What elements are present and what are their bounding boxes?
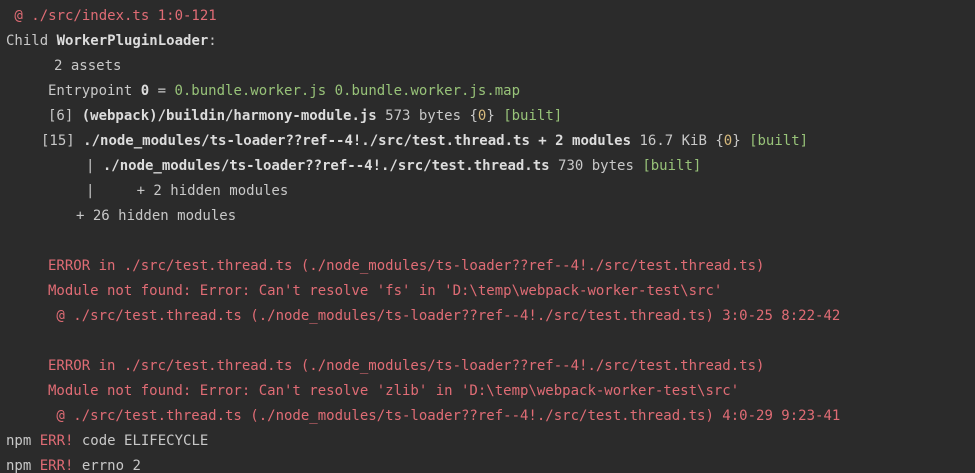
npm-prefix: npm — [6, 458, 40, 473]
terminal-line-error-message: Module not found: Error: Can't resolve '… — [6, 379, 975, 404]
terminal-line-error-location: @ ./src/test.thread.ts (./node_modules/t… — [6, 404, 975, 429]
terminal-line-hidden-submodules: | + 2 hidden modules — [6, 179, 975, 204]
entrypoint-id: 0 — [140, 83, 150, 99]
submodule-path: ./node_modules/ts-loader??ref--4!./src/t… — [102, 158, 550, 174]
error-text: @ ./src/test.thread.ts (./node_modules/t… — [48, 308, 841, 324]
entrypoint-label: Entrypoint — [48, 83, 141, 99]
npm-err-badge: ERR! — [39, 433, 74, 449]
line-text: @ ./src/index.ts 1:0-121 — [6, 8, 217, 24]
error-text: Module not found: Error: Can't resolve '… — [48, 383, 740, 399]
submodule-size: 730 bytes — [549, 158, 643, 174]
chunk-open: { — [469, 108, 478, 124]
module-size: 16.7 KiB — [631, 133, 716, 149]
child-name: WorkerPluginLoader — [56, 33, 209, 49]
terminal-line-submodule: | ./node_modules/ts-loader??ref--4!./src… — [6, 154, 975, 179]
assets-text: 2 assets — [54, 58, 122, 74]
error-text: @ ./src/test.thread.ts (./node_modules/t… — [48, 408, 841, 424]
terminal-line-error-header: ERROR in ./src/test.thread.ts (./node_mo… — [6, 354, 975, 379]
error-text: Module not found: Error: Can't resolve '… — [48, 283, 723, 299]
terminal-line-module-6: [6] (webpack)/buildin/harmony-module.js … — [6, 104, 975, 129]
npm-err-badge: ERR! — [39, 458, 74, 473]
terminal-line-entrypoint: Entrypoint 0 = 0.bundle.worker.js 0.bund… — [6, 79, 975, 104]
hidden-modules-text: + 26 hidden modules — [76, 208, 237, 224]
child-prefix: Child — [6, 33, 57, 49]
chunk-close: } — [732, 133, 741, 149]
terminal-line-child: Child WorkerPluginLoader: — [6, 29, 975, 54]
hidden-submodules-text: | + 2 hidden modules — [86, 183, 289, 199]
terminal-line-npm-err: npm ERR! errno 2 — [6, 454, 975, 473]
built-badge: [built] — [494, 108, 563, 124]
error-text: ERROR in ./src/test.thread.ts (./node_mo… — [48, 258, 765, 274]
terminal-line-error-location: @ ./src/test.thread.ts (./node_modules/t… — [6, 304, 975, 329]
module-size: 573 bytes — [376, 108, 470, 124]
terminal-line-assets: 2 assets — [6, 54, 975, 79]
entrypoint-eq: = — [149, 83, 175, 99]
chunk-open: { — [715, 133, 724, 149]
chunk-close: } — [486, 108, 495, 124]
module-path: ./node_modules/ts-loader??ref--4!./src/t… — [83, 133, 632, 149]
npm-prefix: npm — [6, 433, 40, 449]
built-badge: [built] — [740, 133, 809, 149]
npm-err-text: errno 2 — [73, 458, 141, 473]
child-suffix: : — [208, 33, 217, 49]
built-badge: [built] — [642, 158, 702, 174]
terminal-line-npm-err: npm ERR! code ELIFECYCLE — [6, 429, 975, 454]
entrypoint-files: 0.bundle.worker.js 0.bundle.worker.js.ma… — [174, 83, 521, 99]
terminal-line-error-message: Module not found: Error: Can't resolve '… — [6, 279, 975, 304]
terminal-line-module-15: [15] ./node_modules/ts-loader??ref--4!./… — [6, 129, 975, 154]
tree-pipe: | — [86, 158, 103, 174]
npm-err-text: code ELIFECYCLE — [73, 433, 209, 449]
terminal-output[interactable]: @ ./src/index.ts 1:0-121 Child WorkerPlu… — [0, 0, 975, 473]
chunk-id: 0 — [723, 133, 733, 149]
terminal-line-hidden-modules: + 26 hidden modules — [6, 204, 975, 229]
module-path: (webpack)/buildin/harmony-module.js — [81, 108, 377, 124]
terminal-line-error-header: ERROR in ./src/test.thread.ts (./node_mo… — [6, 254, 975, 279]
error-text: ERROR in ./src/test.thread.ts (./node_mo… — [48, 358, 765, 374]
module-id: [6] — [48, 108, 82, 124]
terminal-line-at-index: @ ./src/index.ts 1:0-121 — [6, 4, 975, 29]
module-id: [15] — [41, 133, 84, 149]
